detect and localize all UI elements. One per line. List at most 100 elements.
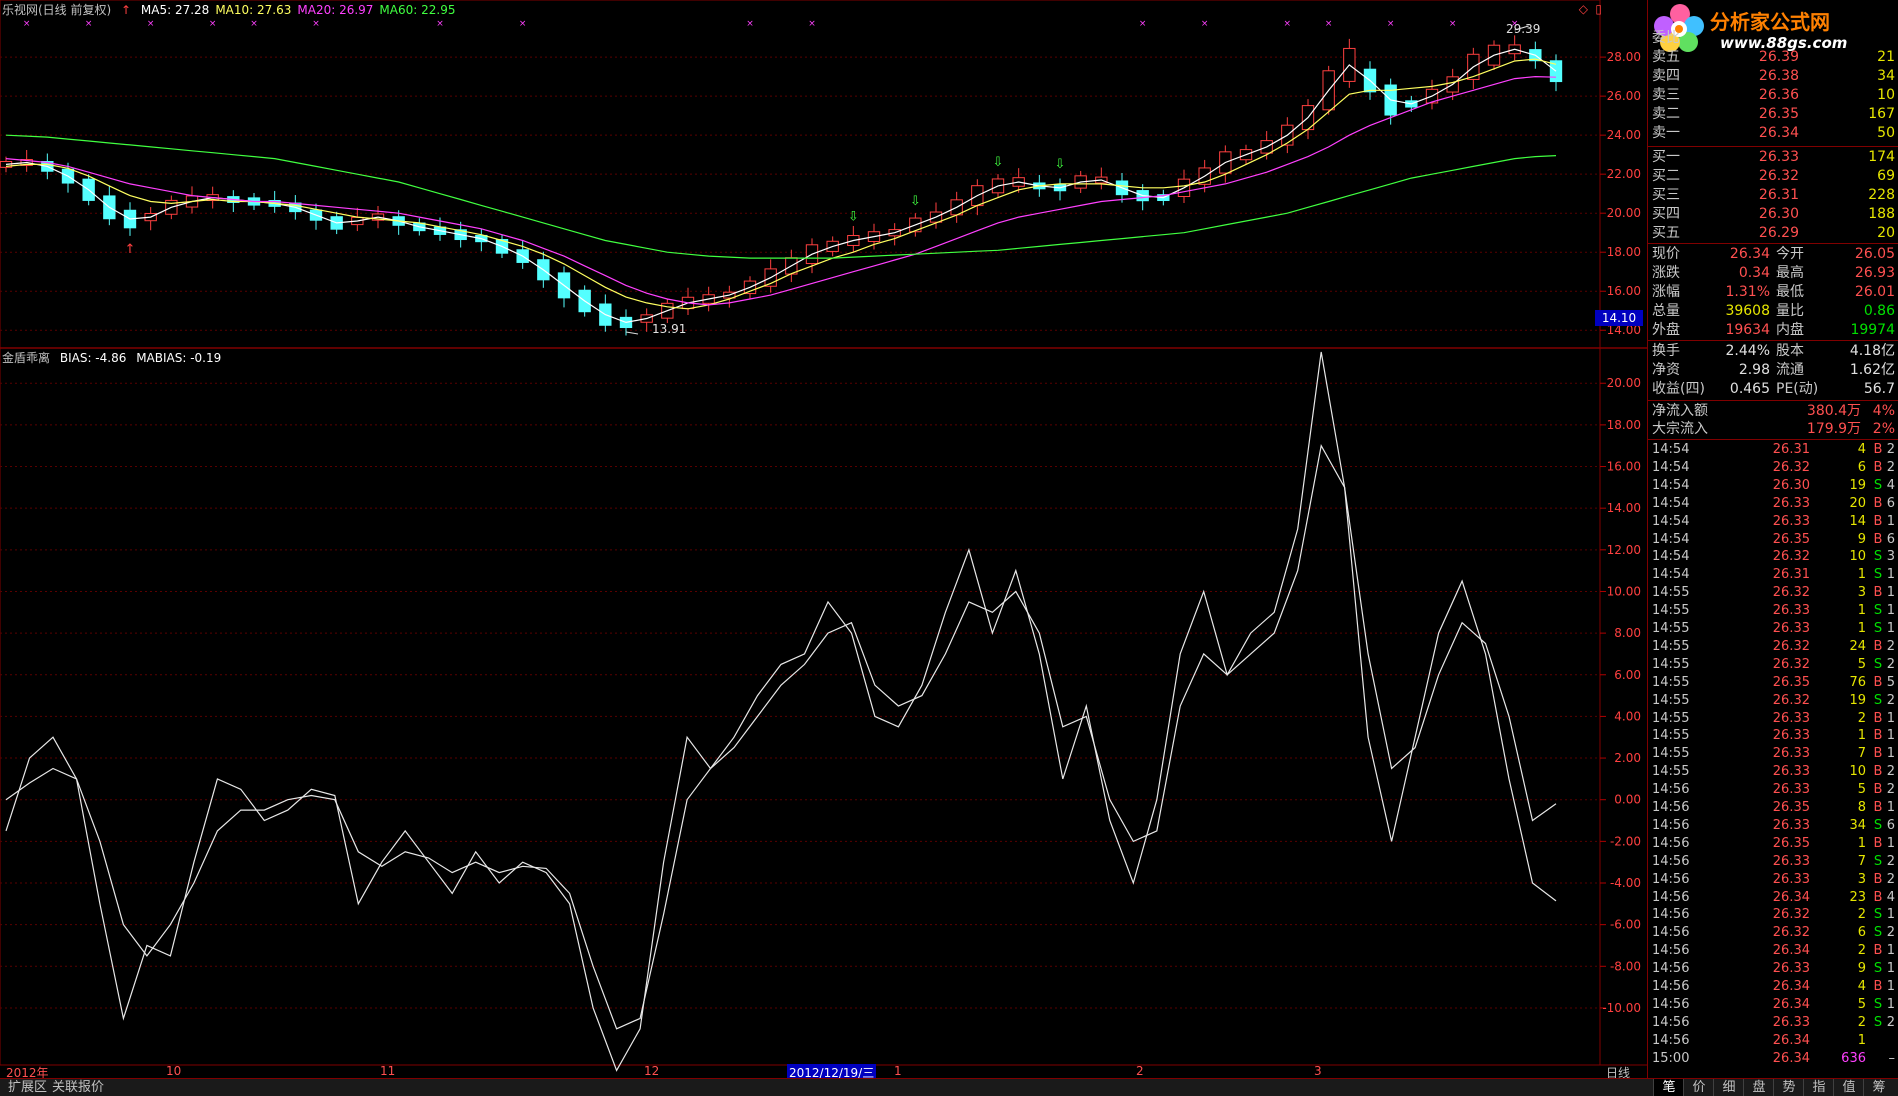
trade-time: 14:55 bbox=[1652, 585, 1690, 601]
trade-time: 15:00 bbox=[1652, 1050, 1690, 1066]
trade-direction: S bbox=[1873, 925, 1883, 941]
divider bbox=[1648, 400, 1898, 401]
chart-area[interactable]: 28.0026.0024.0022.0020.0018.0016.0014.00… bbox=[0, 0, 1647, 1078]
right-tab[interactable]: 值 bbox=[1833, 1079, 1864, 1096]
right-tab[interactable]: 盘 bbox=[1743, 1079, 1774, 1096]
ma-legend-item: MA5: 27.28 bbox=[140, 3, 210, 17]
trade-price: 26.32 bbox=[1772, 907, 1810, 923]
trade-count: 1 bbox=[1886, 835, 1895, 851]
fund-row-label: 换手 bbox=[1652, 343, 1680, 359]
x-signal-icon: × bbox=[808, 19, 816, 29]
right-tab[interactable]: 细 bbox=[1713, 1079, 1744, 1096]
right-tab[interactable]: 筹 bbox=[1863, 1079, 1894, 1096]
trade-price: 26.33 bbox=[1772, 871, 1810, 887]
scroll-left-icon[interactable]: ◇ bbox=[1579, 2, 1588, 16]
bid-row[interactable]: 买四 26.30 188 bbox=[1648, 205, 1898, 224]
bias-tick-label: 2.00 bbox=[1614, 751, 1641, 765]
trade-price: 26.33 bbox=[1772, 513, 1810, 529]
tab-related-quotes[interactable]: 关联报价 bbox=[48, 1079, 108, 1096]
trade-direction: S bbox=[1873, 817, 1883, 833]
right-tab[interactable]: 势 bbox=[1773, 1079, 1804, 1096]
right-tab[interactable]: 指 bbox=[1803, 1079, 1834, 1096]
trade-count: 2 bbox=[1886, 656, 1895, 672]
flow-pct: 2% bbox=[1872, 421, 1895, 437]
trade-row: 14:55 26.32 24 B 2 bbox=[1648, 638, 1898, 656]
trade-volume: 1 bbox=[1857, 728, 1866, 744]
scroll-right-icon[interactable]: ▯ bbox=[1595, 2, 1602, 16]
bid-price: 26.33 bbox=[1758, 149, 1799, 165]
trade-row: 14:55 26.33 2 B 1 bbox=[1648, 710, 1898, 728]
trade-price: 26.33 bbox=[1772, 1014, 1810, 1030]
trade-time: 14:54 bbox=[1652, 495, 1690, 511]
trade-time: 14:55 bbox=[1652, 728, 1690, 744]
trade-row: 14:54 26.35 9 B 6 bbox=[1648, 531, 1898, 549]
trade-price: 26.35 bbox=[1772, 800, 1810, 815]
ask-volume: 50 bbox=[1877, 125, 1895, 141]
trade-direction: B bbox=[1873, 943, 1883, 959]
trade-time: 14:55 bbox=[1652, 764, 1690, 780]
right-tab[interactable]: 价 bbox=[1683, 1079, 1714, 1096]
trade-direction: B bbox=[1873, 835, 1883, 851]
bias-tick-label: 18.00 bbox=[1607, 418, 1641, 432]
bid-row[interactable]: 买五 26.29 20 bbox=[1648, 224, 1898, 243]
trade-volume: 10 bbox=[1849, 549, 1866, 565]
quote-row-value: 0.86 bbox=[1863, 303, 1895, 319]
trade-time: 14:56 bbox=[1652, 996, 1690, 1012]
trade-count: 1 bbox=[1886, 907, 1895, 923]
trade-row: 14:56 26.34 1 bbox=[1648, 1032, 1898, 1050]
trade-count: 4 bbox=[1886, 477, 1895, 493]
trade-price: 26.32 bbox=[1772, 638, 1810, 654]
quote-row: 现价 26.34 今开 26.05 bbox=[1648, 245, 1898, 264]
trade-volume: 1 bbox=[1857, 835, 1866, 851]
trade-count: 1 bbox=[1886, 513, 1895, 529]
bias-tick-label: 0.00 bbox=[1614, 793, 1641, 807]
bid-row[interactable]: 买二 26.32 69 bbox=[1648, 167, 1898, 186]
ask-row[interactable]: 卖三 26.36 10 bbox=[1648, 86, 1898, 105]
trade-row: 14:56 26.33 34 S 6 bbox=[1648, 817, 1898, 835]
fund-row: 净资 2.98 流通 1.62亿 bbox=[1648, 361, 1898, 380]
time-label-mar: 3 bbox=[1314, 1064, 1322, 1078]
flow-value: 179.9万 bbox=[1806, 421, 1861, 437]
trade-volume: 5 bbox=[1857, 782, 1866, 798]
candlestick-series bbox=[0, 35, 1563, 336]
trade-time: 14:56 bbox=[1652, 961, 1690, 977]
bid-price: 26.31 bbox=[1758, 187, 1799, 203]
right-tab[interactable]: 笔 bbox=[1653, 1079, 1684, 1096]
buy-arrow-icon: ↑ bbox=[125, 242, 136, 257]
price-grid bbox=[0, 56, 1600, 331]
x-signal-icon: × bbox=[746, 19, 754, 29]
time-label-oct: 10 bbox=[166, 1064, 182, 1078]
trade-direction: S bbox=[1873, 567, 1883, 583]
bottom-bar: 扩展区 关联报价 笔价细盘势指值筹 bbox=[0, 1078, 1898, 1096]
ask-row[interactable]: 卖四 26.38 34 bbox=[1648, 67, 1898, 86]
bias-tick-label: 8.00 bbox=[1614, 626, 1641, 640]
ma20-line bbox=[5, 75, 1557, 306]
trade-row: 14:56 26.33 3 B 2 bbox=[1648, 871, 1898, 889]
x-signal-icon: × bbox=[1284, 19, 1292, 29]
quote-row-value: 19974 bbox=[1850, 322, 1895, 338]
ask-row[interactable]: 卖一 26.34 50 bbox=[1648, 124, 1898, 143]
ask-row[interactable]: 卖五 26.39 21 bbox=[1648, 48, 1898, 67]
bias-tick-label: 4.00 bbox=[1614, 709, 1641, 723]
sell-arrow-icon: ⇩ bbox=[993, 155, 1004, 170]
price-tick-label: 26.00 bbox=[1607, 89, 1641, 103]
bid-row[interactable]: 买一 26.33 174 bbox=[1648, 148, 1898, 167]
trade-count: 1 bbox=[1886, 710, 1895, 726]
fund-row-label: PE(动) bbox=[1776, 381, 1819, 397]
trade-direction: B bbox=[1873, 782, 1883, 798]
trade-price: 26.32 bbox=[1772, 585, 1810, 601]
price-tick-label: 20.00 bbox=[1607, 206, 1641, 220]
trade-price: 26.31 bbox=[1772, 567, 1810, 583]
bid-row[interactable]: 买三 26.31 228 bbox=[1648, 186, 1898, 205]
trade-count: 2 bbox=[1886, 871, 1895, 887]
trade-row: 14:55 26.33 1 S 1 bbox=[1648, 602, 1898, 620]
trade-volume: 10 bbox=[1849, 764, 1866, 780]
flow-label: 大宗流入 bbox=[1652, 421, 1708, 437]
divider bbox=[1648, 439, 1898, 440]
trade-price: 26.32 bbox=[1772, 459, 1810, 475]
tab-extension[interactable]: 扩展区 bbox=[4, 1079, 51, 1096]
trade-volume: 2 bbox=[1857, 1014, 1866, 1030]
trade-time: 14:54 bbox=[1652, 567, 1690, 583]
trade-row: 14:54 26.33 14 B 1 bbox=[1648, 513, 1898, 531]
ask-row[interactable]: 卖二 26.35 167 bbox=[1648, 105, 1898, 124]
